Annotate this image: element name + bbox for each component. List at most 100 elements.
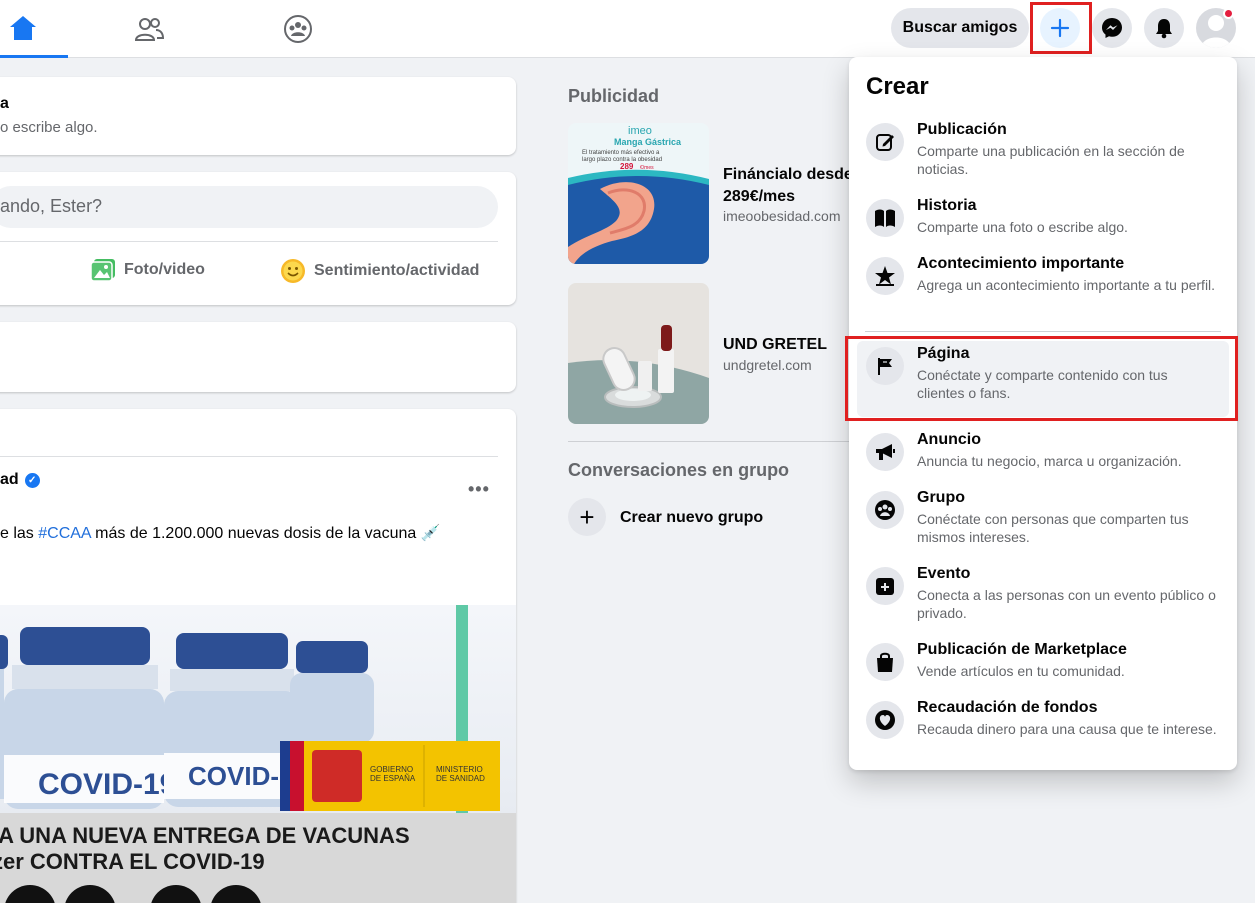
menu-item-desc: Conéctate con personas que comparten tus… bbox=[917, 511, 1189, 545]
image-headline-2: zer CONTRA EL COVID-19 bbox=[0, 849, 265, 874]
messenger-button[interactable] bbox=[1092, 8, 1132, 48]
post-text: e las #CCAA más de 1.200.000 nuevas dosi… bbox=[0, 523, 441, 543]
ad-thumbnail-gretel[interactable] bbox=[568, 283, 709, 424]
syringe-icon: 💉 bbox=[420, 525, 441, 542]
post-author[interactable]: ad ✓ bbox=[0, 471, 40, 489]
ad-image-gretel bbox=[568, 283, 709, 424]
menu-item-desc: Comparte una foto o escribe algo. bbox=[917, 219, 1128, 235]
menu-item-title: Recaudación de fondos bbox=[917, 699, 1098, 716]
create-new-group-link[interactable]: Crear nuevo grupo bbox=[620, 509, 763, 527]
find-friends-button[interactable]: Buscar amigos bbox=[891, 8, 1029, 48]
menu-item-title: Acontecimiento importante bbox=[917, 255, 1125, 272]
menu-item-desc: Recauda dinero para una causa que te int… bbox=[917, 721, 1217, 737]
ad-title-imeo[interactable]: Fináncialo desde 289€/mes bbox=[723, 164, 853, 208]
post-text-start: e las bbox=[0, 525, 39, 542]
gov-label-1: GOBIERNO bbox=[370, 765, 413, 774]
menu-item-title: Historia bbox=[917, 197, 977, 214]
verified-badge-icon: ✓ bbox=[24, 472, 40, 488]
post-divider bbox=[0, 456, 498, 457]
menu-item-life-event[interactable]: Acontecimiento importante Agrega un acon… bbox=[857, 251, 1229, 319]
story-title: a bbox=[0, 95, 9, 112]
feeling-activity-button[interactable]: Sentimiento/actividad bbox=[280, 258, 479, 284]
ad-url-gretel[interactable]: undgretel.com bbox=[723, 357, 812, 373]
menu-item-title: Evento bbox=[917, 565, 971, 582]
fundraiser-icon bbox=[866, 701, 904, 739]
vial-label: COVID-19 bbox=[38, 768, 176, 801]
groups-icon bbox=[284, 15, 312, 43]
ad-thumbnail-imeo[interactable]: imeo Manga Gástrica El tratamiento más e… bbox=[568, 123, 709, 264]
ad-title-line-1: Fináncialo desde bbox=[723, 166, 853, 183]
composer-input[interactable]: ando, Ester? bbox=[0, 186, 498, 228]
nav-friends-tab[interactable] bbox=[108, 0, 190, 58]
story-subtitle: o escribe algo. bbox=[0, 119, 98, 136]
menu-item-ad[interactable]: Anuncio Anuncia tu negocio, marca u orga… bbox=[857, 427, 1229, 479]
ads-heading: Publicidad bbox=[568, 86, 660, 106]
book-icon bbox=[866, 199, 904, 237]
smiley-icon bbox=[281, 259, 305, 283]
menu-item-desc: Comparte una publicación en la sección d… bbox=[917, 143, 1185, 177]
menu-item-post[interactable]: Publicación Comparte una publicación en … bbox=[857, 117, 1229, 185]
ad-price: 289 bbox=[620, 162, 634, 171]
composer-divider bbox=[0, 241, 498, 242]
nav-home-tab[interactable] bbox=[0, 0, 68, 58]
bell-icon bbox=[1156, 19, 1172, 39]
menu-item-event[interactable]: Evento Conecta a las personas con un eve… bbox=[857, 561, 1229, 629]
photo-video-button[interactable]: Foto/video bbox=[90, 258, 205, 282]
ad-headline: Manga Gástrica bbox=[614, 137, 682, 147]
gov-label-2: DE ESPAÑA bbox=[370, 774, 416, 783]
post-composer: ando, Ester? Foto/video Sentimiento/acti… bbox=[0, 172, 516, 305]
notifications-button[interactable] bbox=[1144, 8, 1184, 48]
friends-icon bbox=[134, 18, 164, 41]
feed-post: ad ✓ ••• e las #CCAA más de 1.200.000 nu… bbox=[0, 409, 516, 903]
megaphone-icon bbox=[866, 433, 904, 471]
messenger-icon bbox=[1102, 18, 1122, 38]
menu-item-title: Publicación de Marketplace bbox=[917, 641, 1127, 658]
menu-item-desc: Anuncia tu negocio, marca u organización… bbox=[917, 453, 1182, 469]
shopping-bag-icon bbox=[866, 643, 904, 681]
post-text-end: más de 1.200.000 nuevas dosis de la vacu… bbox=[90, 525, 417, 542]
notification-dot bbox=[1223, 8, 1234, 19]
menu-item-group[interactable]: Grupo Conéctate con personas que compart… bbox=[857, 485, 1229, 553]
compose-icon bbox=[866, 123, 904, 161]
menu-item-title: Grupo bbox=[917, 489, 965, 506]
group-icon bbox=[866, 491, 904, 529]
ministry-label-2: DE SANIDAD bbox=[436, 774, 485, 783]
ministry-label-1: MINISTERIO bbox=[436, 765, 483, 774]
ad-image-imeo: imeo Manga Gástrica El tratamiento más e… bbox=[568, 123, 709, 264]
post-more-button[interactable]: ••• bbox=[468, 479, 490, 500]
create-button-highlight bbox=[1030, 2, 1092, 54]
feeling-activity-label: Sentimiento/actividad bbox=[314, 262, 480, 279]
post-image[interactable]: COVID-19 COVID-19 GOBIERNO DE ESPAÑA MIN… bbox=[0, 605, 516, 903]
story-card[interactable]: a o escribe algo. bbox=[0, 77, 516, 155]
create-menu-title: Crear bbox=[866, 73, 929, 100]
ad-title-gretel[interactable]: UND GRETEL bbox=[723, 334, 827, 356]
post-hashtag[interactable]: #CCAA bbox=[38, 525, 90, 542]
menu-item-marketplace[interactable]: Publicación de Marketplace Vende artícul… bbox=[857, 637, 1229, 689]
feed-card bbox=[0, 322, 516, 392]
photo-video-label: Foto/video bbox=[124, 261, 205, 278]
group-conversations-heading: Conversaciones en grupo bbox=[568, 460, 790, 480]
menu-item-desc: Agrega un acontecimiento importante a tu… bbox=[917, 277, 1216, 293]
menu-item-fundraiser[interactable]: Recaudación de fondos Recauda dinero par… bbox=[857, 695, 1229, 763]
menu-item-title: Publicación bbox=[917, 121, 1007, 138]
menu-item-desc: Vende artículos en tu comunidad. bbox=[917, 663, 1125, 679]
ad-line-1: El tratamiento más efectivo a bbox=[582, 150, 660, 156]
nav-groups-tab[interactable] bbox=[258, 0, 338, 58]
right-column-divider bbox=[568, 441, 858, 442]
vaccine-vials-image: COVID-19 COVID-19 GOBIERNO DE ESPAÑA MIN… bbox=[0, 605, 516, 903]
menu-item-title: Anuncio bbox=[917, 431, 981, 448]
plus-icon[interactable]: + bbox=[568, 498, 606, 536]
photo-icon bbox=[90, 259, 115, 282]
page-item-highlight bbox=[845, 336, 1238, 421]
post-author-name: ad bbox=[0, 471, 19, 488]
image-headline-1: IA UNA NUEVA ENTREGA DE VACUNAS bbox=[0, 823, 410, 848]
menu-separator bbox=[865, 331, 1221, 332]
menu-item-story[interactable]: Historia Comparte una foto o escribe alg… bbox=[857, 193, 1229, 245]
ad-brand: imeo bbox=[628, 125, 652, 137]
calendar-plus-icon bbox=[866, 567, 904, 605]
star-icon bbox=[866, 257, 904, 295]
ad-url-imeo[interactable]: imeoobesidad.com bbox=[723, 208, 841, 224]
ad-title-line-2: 289€/mes bbox=[723, 188, 796, 205]
home-icon bbox=[10, 15, 36, 40]
menu-item-desc: Conecta a las personas con un evento púb… bbox=[917, 587, 1216, 621]
